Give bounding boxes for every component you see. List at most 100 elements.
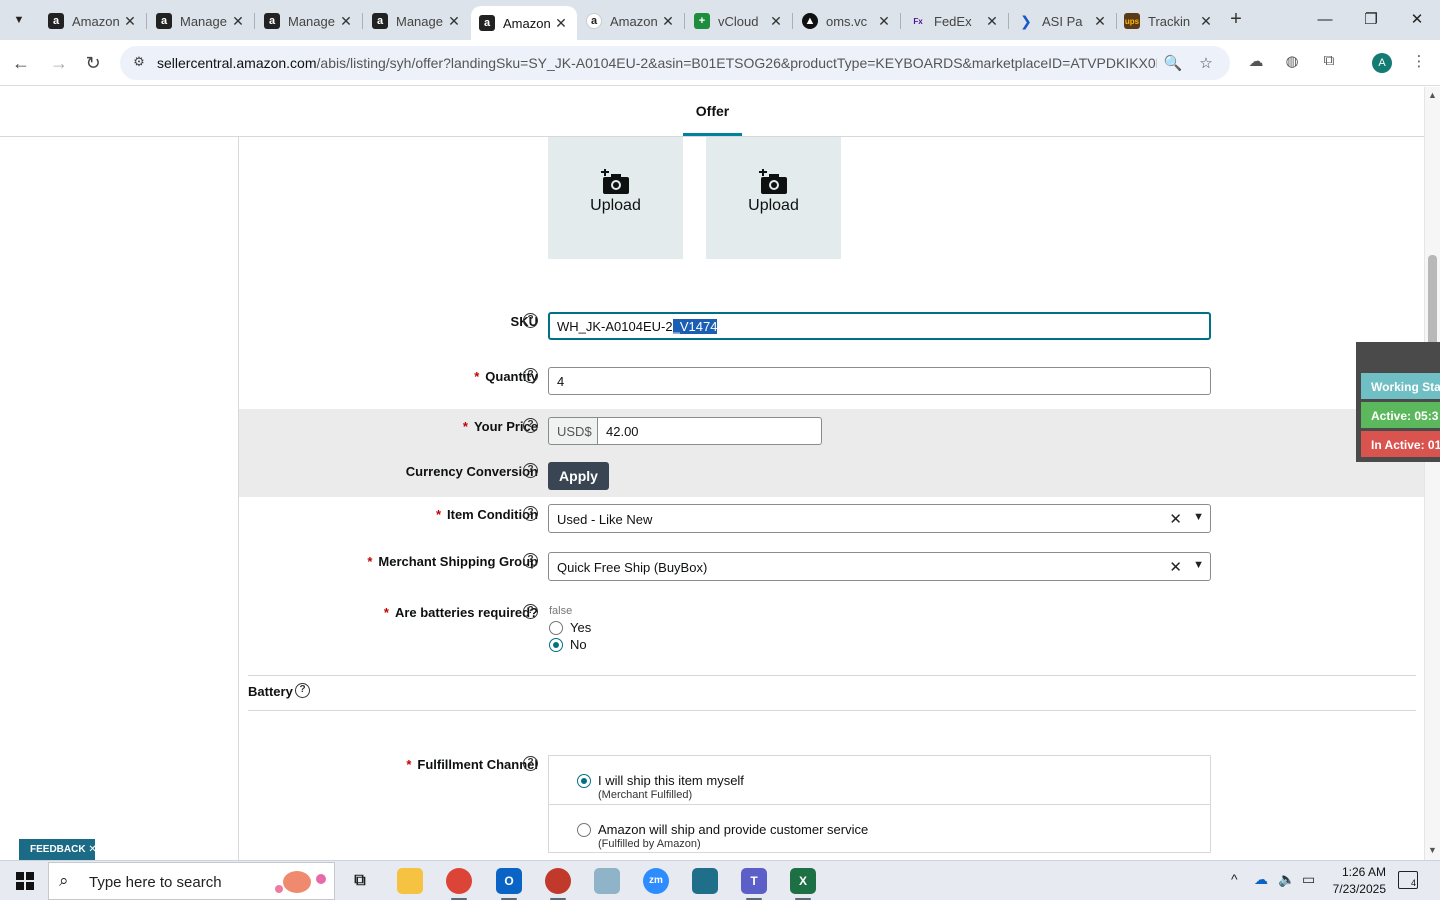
batteries-no-label: No [570, 637, 587, 652]
close-icon[interactable]: ✕ [660, 13, 676, 30]
amazon-icon: a [479, 15, 495, 31]
close-icon[interactable]: ✕ [88, 844, 96, 855]
close-icon[interactable]: ✕ [1092, 13, 1108, 30]
apply-button[interactable]: Apply [548, 462, 609, 490]
onedrive-icon[interactable]: ☁ [1254, 871, 1268, 888]
price-input[interactable]: 42.00 [597, 417, 822, 445]
browser-tab[interactable]: + vCloud ✕ [686, 6, 792, 36]
browser-tab[interactable]: ups Trackin ✕ [1116, 6, 1222, 36]
new-tab-button[interactable]: + [1224, 8, 1248, 32]
help-icon[interactable]: ? [523, 418, 538, 433]
browser-tab-active[interactable]: a Amazon ✕ [471, 6, 577, 40]
chevron-down-icon[interactable]: ▼ [1193, 511, 1204, 523]
chrome-icon[interactable] [446, 868, 472, 894]
vcloud-icon: + [694, 13, 710, 29]
close-icon[interactable]: ✕ [230, 13, 246, 30]
ups-icon: ups [1124, 13, 1140, 29]
extension-icon[interactable]: ☁ [1245, 52, 1267, 74]
clear-icon[interactable]: ✕ [1169, 558, 1182, 576]
close-icon[interactable]: ✕ [338, 13, 354, 30]
zoom-app-icon[interactable]: zm [643, 868, 669, 894]
help-icon[interactable]: ? [523, 506, 538, 521]
browser-tab[interactable]: a Manage ✕ [364, 6, 470, 36]
file-explorer-icon[interactable] [397, 868, 423, 894]
site-settings-icon[interactable]: ⚙ [130, 54, 148, 72]
image-upload-tile[interactable]: Upload [706, 137, 841, 259]
translate-icon[interactable]: ◍ [1281, 52, 1303, 74]
teams-icon[interactable]: T [741, 868, 767, 894]
bookmark-star-icon[interactable]: ☆ [1196, 54, 1216, 74]
browser-tab[interactable]: a Manage ✕ [148, 6, 254, 36]
help-icon[interactable]: ? [523, 604, 538, 619]
browser-tab-strip: ▼ a Amazon ✕ a Manage ✕ a Manage ✕ a Man… [0, 0, 1440, 40]
notifications-icon[interactable]: 4 [1398, 871, 1418, 889]
item-condition-select[interactable]: Used - Like New ✕ ▼ [548, 504, 1211, 533]
profile-avatar[interactable]: A [1372, 53, 1392, 73]
address-bar[interactable]: ⚙ sellercentral.amazon.com/abis/listing/… [120, 46, 1230, 80]
close-icon[interactable]: ✕ [984, 13, 1000, 30]
help-icon[interactable]: ? [523, 313, 538, 328]
add-photo-icon [600, 169, 629, 194]
page-scrollbar[interactable]: ▲ ▼ [1424, 87, 1440, 860]
chevron-down-icon[interactable]: ▼ [1193, 559, 1204, 571]
outlook-icon[interactable]: O [496, 868, 522, 894]
tab-search-button[interactable]: ▼ [6, 8, 32, 32]
chrome-profile-icon[interactable] [545, 868, 571, 894]
tab-offer[interactable]: Offer [683, 103, 742, 119]
image-upload-tile[interactable]: Upload [548, 137, 683, 259]
forward-icon[interactable]: → [46, 50, 72, 76]
sku-input[interactable]: WH_JK-A0104EU-2_V1474 [548, 312, 1211, 340]
quantity-input[interactable]: 4 [548, 367, 1211, 395]
clear-icon[interactable]: ✕ [1169, 510, 1182, 528]
shipping-group-select[interactable]: Quick Free Ship (BuyBox) ✕ ▼ [548, 552, 1211, 581]
feedback-button[interactable]: FEEDBACK ✕ [19, 839, 97, 860]
close-window-icon[interactable]: ✕ [1402, 8, 1432, 32]
zoom-icon[interactable]: 🔍 [1163, 54, 1183, 74]
browser-tab[interactable]: ▲ oms.vc ✕ [794, 6, 900, 36]
help-icon[interactable]: ? [523, 463, 538, 478]
excel-icon[interactable]: X [790, 868, 816, 894]
help-icon[interactable]: ? [523, 756, 538, 771]
help-icon[interactable]: ? [295, 683, 310, 698]
scroll-up-icon[interactable]: ▲ [1428, 90, 1437, 100]
windows-start-icon[interactable] [8, 869, 42, 893]
minimize-icon[interactable]: — [1310, 8, 1340, 32]
close-icon[interactable]: ✕ [876, 13, 892, 30]
url-text[interactable]: sellercentral.amazon.com/abis/listing/sy… [157, 55, 1157, 71]
restore-icon[interactable]: ❐ [1356, 8, 1386, 32]
scrollbar-thumb[interactable] [1428, 255, 1437, 347]
close-icon[interactable]: ✕ [768, 13, 784, 30]
app-icon[interactable] [692, 868, 718, 894]
volume-icon[interactable]: 🔈 [1278, 871, 1295, 888]
close-icon[interactable]: ✕ [446, 13, 462, 30]
chevron-up-icon[interactable]: ^ [1231, 871, 1238, 887]
asi-icon: ❯ [1020, 12, 1032, 29]
close-icon[interactable]: ✕ [553, 15, 569, 32]
browser-tab[interactable]: a Amazon ✕ [40, 6, 146, 36]
amazon-icon: a [48, 13, 64, 29]
browser-tab[interactable]: a Amazon ✕ [578, 6, 684, 36]
taskbar-search[interactable]: ⌕ Type here to search [48, 862, 335, 900]
batteries-no-radio[interactable] [549, 638, 563, 652]
menu-kebab-icon[interactable]: ⋮ [1408, 52, 1430, 74]
app-icon[interactable] [594, 868, 620, 894]
scroll-down-icon[interactable]: ▼ [1428, 845, 1437, 855]
merchant-fulfilled-radio[interactable] [577, 774, 591, 788]
taskbar-clock[interactable]: 1:26 AM 7/23/2025 [1326, 864, 1386, 898]
section-tab-bar: Offer [0, 87, 1424, 137]
close-icon[interactable]: ✕ [122, 13, 138, 30]
extensions-puzzle-icon[interactable]: ⧉ [1318, 52, 1340, 74]
help-icon[interactable]: ? [523, 368, 538, 383]
close-icon[interactable]: ✕ [1198, 13, 1214, 30]
task-view-icon[interactable]: ⧉ [347, 868, 373, 894]
fba-radio[interactable] [577, 823, 591, 837]
working-status[interactable]: Working Sta [1361, 373, 1440, 399]
browser-tab[interactable]: Fx FedEx ✕ [902, 6, 1008, 36]
browser-tab[interactable]: ❯ ASI Pa ✕ [1010, 6, 1116, 36]
back-icon[interactable]: ← [8, 50, 34, 76]
network-icon[interactable]: ▭ [1302, 871, 1315, 888]
reload-icon[interactable]: ↻ [80, 50, 106, 76]
browser-tab[interactable]: a Manage ✕ [256, 6, 362, 36]
help-icon[interactable]: ? [523, 553, 538, 568]
batteries-yes-radio[interactable] [549, 621, 563, 635]
